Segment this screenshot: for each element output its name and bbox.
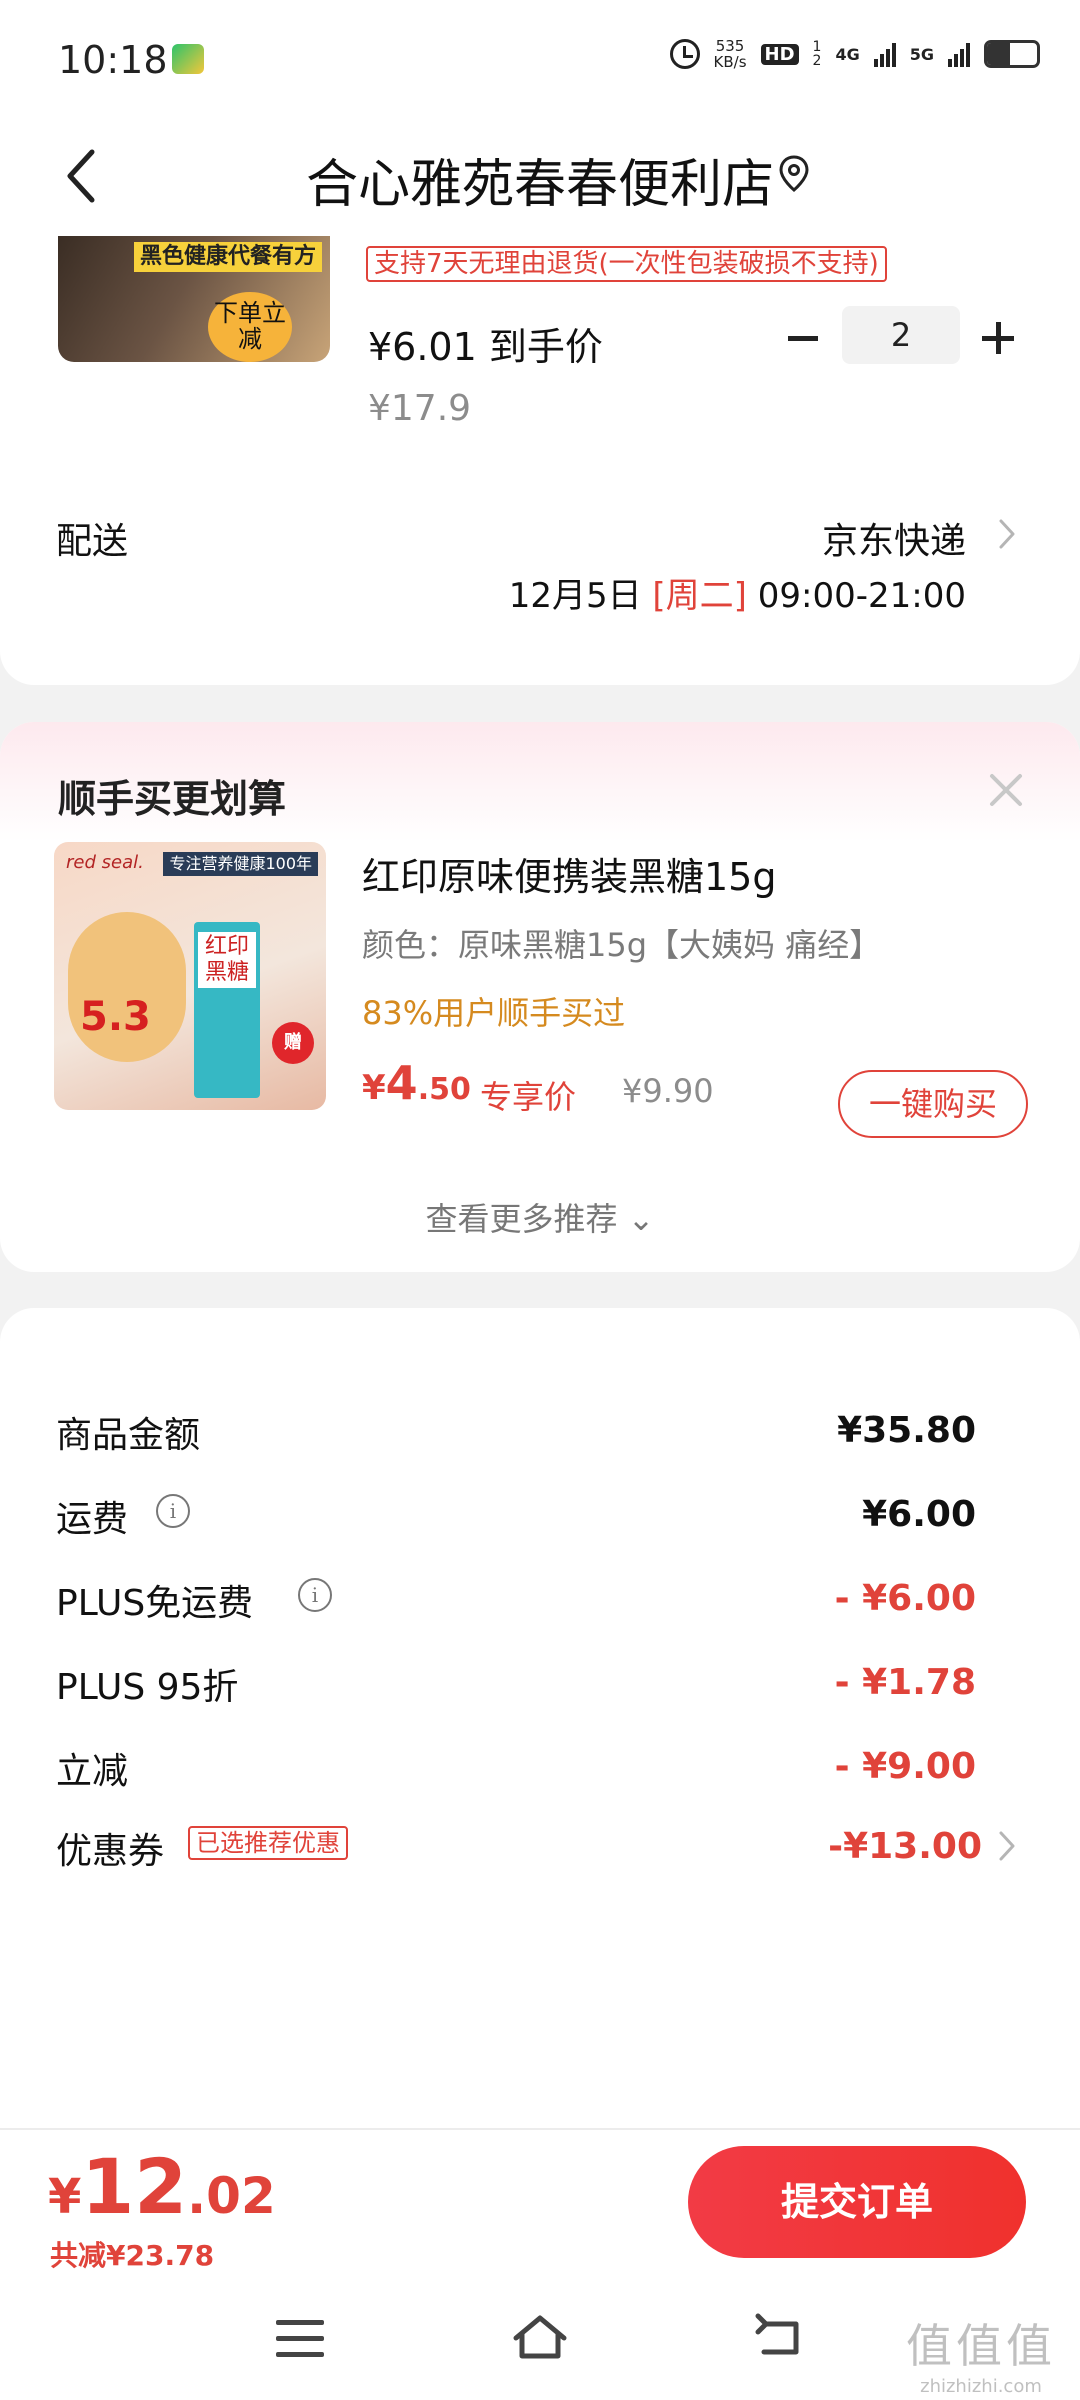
more-recommendations-link[interactable]: 查看更多推荐 ⌄ <box>0 1194 1080 1240</box>
recommend-product-image[interactable]: red seal. 专注营养健康100年 5.3 红印黑糖 赠 <box>54 842 326 1110</box>
recommend-price-label: 专享价 <box>480 1078 577 1116</box>
one-click-buy-button[interactable]: 一键购买 <box>838 1070 1028 1138</box>
home-icon[interactable] <box>510 2310 570 2364</box>
total-saved: 共减¥23.78 <box>50 2239 215 2272</box>
coupon-tag: 已选推荐优惠 <box>188 1826 348 1860</box>
delivery-carrier[interactable]: 京东快递 <box>822 512 966 564</box>
quantity-increase-button[interactable] <box>978 314 1020 362</box>
network-speed: 535 KB/s <box>713 37 747 71</box>
order-item-card: 黑色健康代餐有方 下单立减 支持7天无理由退货(一次性包装破损不支持) ¥6.0… <box>0 230 1080 685</box>
status-icons: 535 KB/s HD 1 2 4G 5G <box>669 37 1040 71</box>
recommend-social-proof: 83%用户顺手买过 <box>362 994 626 1032</box>
summary-row-plus-free-shipping: PLUS免运费 i - ¥6.00 <box>56 1578 976 1624</box>
price-summary-card: 商品金额 ¥35.80 运费 i ¥6.00 PLUS免运费 i - ¥6.00… <box>0 1308 1080 2128</box>
info-icon[interactable]: i <box>156 1494 190 1528</box>
product-image-tag: 黑色健康代餐有方 <box>133 242 322 272</box>
sim-indicator: 1 2 <box>812 39 822 69</box>
recommend-old-price: ¥9.90 <box>622 1072 714 1110</box>
original-price: ¥17.9 <box>368 388 472 429</box>
store-title: 合心雅苑春春便利店 <box>305 155 774 215</box>
chevron-right-icon[interactable] <box>996 1828 1018 1864</box>
page-header: 合心雅苑春春便利店 <box>0 120 1080 230</box>
hd-icon: HD <box>760 43 799 65</box>
delivery-label: 配送 <box>56 521 129 562</box>
chevron-right-icon[interactable] <box>996 516 1018 552</box>
checkout-bar: ¥12.02 共减¥23.78 提交订单 <box>0 2128 1080 2276</box>
watermark: 值值值 zhizhizhi.com <box>906 2319 1056 2397</box>
close-icon[interactable] <box>986 770 1026 810</box>
signal-icon <box>948 41 970 67</box>
battery-icon <box>984 40 1040 68</box>
promo-value: 5.3 <box>80 994 151 1040</box>
recommend-product-spec: 颜色：原味黑糖15g【大姨妈 痛经】 <box>362 926 882 964</box>
summary-row-instant-discount: 立减 - ¥9.00 <box>56 1746 976 1792</box>
return-policy-tag: 支持7天无理由退货(一次性包装破损不支持) <box>366 246 887 282</box>
status-time: 10:18 <box>58 38 168 82</box>
quantity-input[interactable]: 2 <box>842 306 960 364</box>
deal-price: ¥6.01 到手价 <box>368 325 603 369</box>
promo-graphic: 5.3 <box>68 912 186 1062</box>
product-package: 红印黑糖 <box>194 922 260 1098</box>
recommend-card: 顺手买更划算 red seal. 专注营养健康100年 5.3 红印黑糖 赠 红… <box>0 722 1080 1272</box>
quantity-decrease-button[interactable] <box>784 314 824 362</box>
product-image-tag: 专注营养健康100年 <box>163 852 318 876</box>
back-icon[interactable] <box>752 2312 806 2362</box>
app-notification-icon <box>172 44 204 74</box>
menu-icon[interactable] <box>276 2320 324 2360</box>
alarm-icon <box>669 39 700 69</box>
summary-row-coupon[interactable]: 优惠券 已选推荐优惠 -¥13.00 <box>0 1822 1080 1882</box>
location-pin-icon[interactable] <box>776 154 812 194</box>
package-text: 红印黑糖 <box>198 932 256 988</box>
info-icon[interactable]: i <box>298 1578 332 1612</box>
network-type-5g: 5G <box>909 44 934 64</box>
brand-logo: red seal. <box>66 852 144 873</box>
summary-row-shipping: 运费 i ¥6.00 <box>56 1494 976 1540</box>
total-price: ¥12.02 <box>48 2142 276 2231</box>
network-type-4g: 4G <box>835 44 860 64</box>
recommend-product-name[interactable]: 红印原味便携装黑糖15g <box>362 846 776 901</box>
recommend-title: 顺手买更划算 <box>58 777 287 821</box>
product-image[interactable]: 黑色健康代餐有方 下单立减 <box>58 236 330 362</box>
signal-icon <box>873 41 896 67</box>
delivery-time: 12月5日 [周二] 09:00-21:00 <box>508 576 966 616</box>
summary-row-goods-amount: 商品金额 ¥35.80 <box>56 1410 976 1456</box>
gift-badge: 赠 <box>272 1022 314 1064</box>
submit-order-button[interactable]: 提交订单 <box>688 2146 1026 2258</box>
status-bar: 10:18 535 KB/s HD 1 2 4G 5G <box>0 0 1080 120</box>
recommend-price: ¥4.50 <box>362 1056 471 1110</box>
product-image-badge: 下单立减 <box>208 292 292 362</box>
summary-row-plus-discount: PLUS 95折 - ¥1.78 <box>56 1662 976 1708</box>
